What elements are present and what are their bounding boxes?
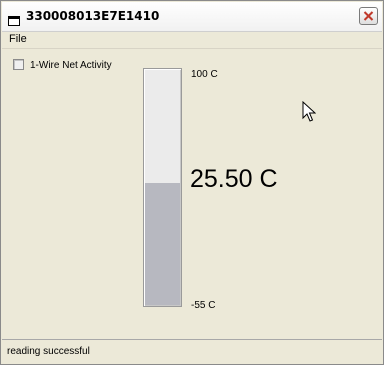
window-title: 330008013E7E1410 [26,9,160,23]
mouse-pointer-icon [302,100,317,127]
title-bar[interactable]: 330008013E7E1410 [2,2,382,32]
net-activity-label: 1-Wire Net Activity [30,60,112,71]
window-icon [8,11,20,26]
main-panel: 1-Wire Net Activity 100 C 25.50 C -55 C [3,49,381,337]
menu-file[interactable]: File [9,33,27,45]
app-window: 330008013E7E1410 File 1-Wire Net Activit… [0,0,384,365]
status-bar: reading successful [2,339,382,364]
menu-bar: File [2,32,382,49]
scale-max-label: 100 C [191,69,218,80]
thermometer-bar [143,68,182,307]
thermometer-fill [145,182,180,305]
net-activity-checkbox[interactable] [13,59,24,70]
close-icon [363,11,374,21]
status-text: reading successful [7,346,90,357]
temperature-reading: 25.50 C [190,165,278,193]
close-button[interactable] [359,7,378,25]
scale-min-label: -55 C [191,300,216,311]
